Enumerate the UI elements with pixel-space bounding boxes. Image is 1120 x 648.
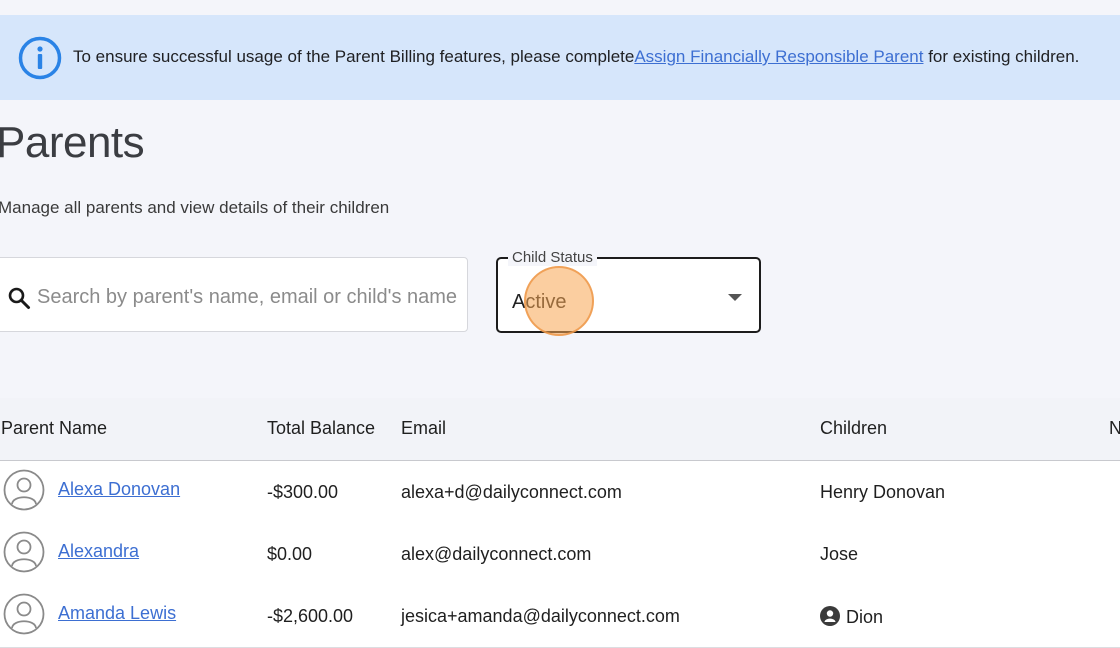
email-cell: jesica+amanda@dailyconnect.com <box>401 606 680 626</box>
child-status-label: Child Status <box>508 249 597 266</box>
user-avatar-icon <box>3 531 45 573</box>
table-header: Parent Name Total Balance Email Children… <box>0 398 1120 461</box>
child-status-value: Active <box>512 291 567 313</box>
banner-text-after: for existing children. <box>923 47 1080 66</box>
table-row[interactable]: Alexa Donovan -$300.00 alexa+d@dailyconn… <box>0 461 1120 524</box>
column-header-children[interactable]: Children <box>820 418 887 439</box>
chevron-down-icon[interactable] <box>728 294 742 301</box>
parent-name-link[interactable]: Alexandra <box>58 541 139 562</box>
search-box[interactable] <box>0 257 468 332</box>
column-header-truncated[interactable]: N <box>1109 418 1120 439</box>
total-balance-cell: $0.00 <box>267 544 313 564</box>
children-cell: Dion <box>820 606 883 628</box>
children-cell: Henry Donovan <box>820 482 946 502</box>
total-balance-cell: -$300.00 <box>267 482 339 502</box>
search-icon <box>8 287 30 309</box>
page-title: Parents <box>0 118 145 167</box>
user-avatar-icon <box>3 593 45 635</box>
child-name: Dion <box>846 607 884 627</box>
column-header-parent-name[interactable]: Parent Name <box>1 418 107 439</box>
email-cell: alex@dailyconnect.com <box>401 544 592 564</box>
assign-responsible-parent-link[interactable]: Assign Financially Responsible Parent <box>634 47 923 66</box>
column-header-total-balance[interactable]: Total Balance <box>267 418 375 439</box>
total-balance-cell: -$2,600.00 <box>267 606 354 626</box>
child-avatar-icon <box>820 606 840 626</box>
info-banner: To ensure successful usage of the Parent… <box>0 15 1120 100</box>
info-icon <box>18 36 62 80</box>
banner-message: To ensure successful usage of the Parent… <box>73 47 1079 67</box>
parent-name-link[interactable]: Alexa Donovan <box>58 479 180 500</box>
search-input[interactable] <box>35 278 463 316</box>
table-row[interactable]: Alexandra $0.00 alex@dailyconnect.com Jo… <box>0 523 1120 586</box>
user-avatar-icon <box>3 469 45 511</box>
page-subtitle: Manage all parents and view details of t… <box>0 198 390 217</box>
column-header-email[interactable]: Email <box>401 418 446 439</box>
table-row[interactable]: Amanda Lewis -$2,600.00 jesica+amanda@da… <box>0 585 1120 648</box>
child-status-select[interactable]: Child Status Active <box>496 249 761 333</box>
banner-text-before: To ensure successful usage of the Parent… <box>73 47 635 66</box>
email-cell: alexa+d@dailyconnect.com <box>401 482 622 502</box>
children-cell: Jose <box>820 544 859 564</box>
parent-name-link[interactable]: Amanda Lewis <box>58 603 176 624</box>
